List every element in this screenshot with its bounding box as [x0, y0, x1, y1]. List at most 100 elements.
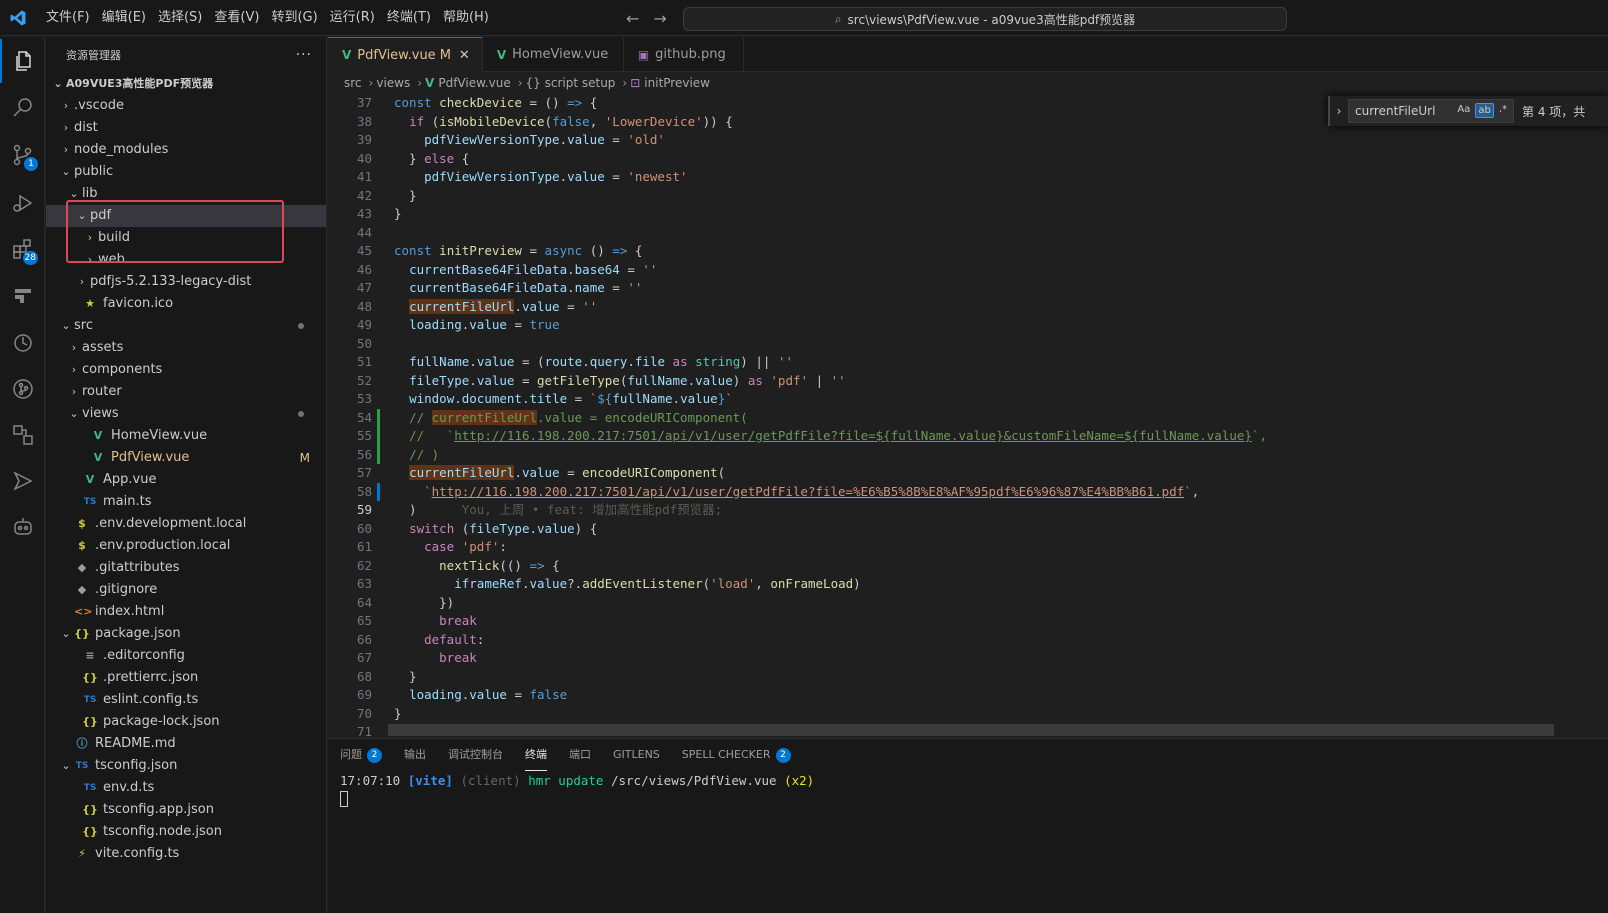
tree-item[interactable]: ⓘ README.md: [46, 733, 326, 755]
line-number: 50: [356, 335, 372, 351]
code-editor[interactable]: 37 const checkDevice = () => {38 if (isMo…: [328, 94, 1608, 737]
editor-tab[interactable]: V PdfView.vue M ✕: [328, 37, 483, 72]
tree-item[interactable]: V HomeView.vue: [46, 425, 326, 447]
toggle-replace-icon[interactable]: ›: [1330, 104, 1348, 118]
tree-item[interactable]: ≡ .editorconfig: [46, 645, 326, 667]
tree-item[interactable]: {} .prettierrc.json: [46, 667, 326, 689]
panel-tab[interactable]: 问题 2: [340, 739, 382, 771]
breadcrumb-item[interactable]: {} script setup: [526, 76, 616, 90]
menu-item[interactable]: 文件(F): [40, 0, 96, 36]
explorer-root-folder[interactable]: ⌄ A09VUE3高性能PDF预览器: [46, 73, 326, 95]
back-arrow-icon[interactable]: ←: [626, 9, 639, 28]
breadcrumb-item[interactable]: views: [376, 76, 410, 90]
remote-explorer-icon[interactable]: [0, 273, 45, 317]
tree-item[interactable]: › node_modules: [46, 139, 326, 161]
code-line: 58 `http://116.198.200.217:7501/api/v1/u…: [328, 482, 1608, 501]
tree-item[interactable]: ★ favicon.ico: [46, 293, 326, 315]
tree-item[interactable]: › web: [46, 249, 326, 271]
line-number: 51: [356, 354, 372, 369]
tree-item[interactable]: ◆ .gitattributes: [46, 557, 326, 579]
editor-tab[interactable]: V HomeView.vue: [483, 37, 624, 72]
tree-item[interactable]: V PdfView.vue M: [46, 447, 326, 469]
tree-item-label: public: [74, 164, 114, 179]
menu-item[interactable]: 编辑(E): [96, 0, 152, 36]
panel-tab[interactable]: SPELL CHECKER 2: [682, 739, 791, 771]
tree-item[interactable]: {} package-lock.json: [46, 711, 326, 733]
breadcrumb-item[interactable]: PdfView.vue: [438, 76, 510, 90]
tree-item[interactable]: ⌄ src: [46, 315, 326, 337]
panel-tab[interactable]: 终端: [525, 739, 547, 771]
code-line: 42 }: [328, 187, 1608, 206]
line-number: 42: [356, 187, 372, 203]
copilot-icon[interactable]: [0, 505, 45, 549]
panel-tab[interactable]: 调试控制台: [448, 739, 503, 771]
panel-tab[interactable]: GITLENS: [613, 739, 660, 771]
tree-item[interactable]: › pdfjs-5.2.133-legacy-dist: [46, 271, 326, 293]
search-icon[interactable]: [0, 85, 45, 129]
tree-item[interactable]: › router: [46, 381, 326, 403]
tree-item-label: PdfView.vue: [111, 450, 190, 465]
close-icon[interactable]: ✕: [459, 48, 470, 63]
line-number: 63: [356, 576, 372, 591]
chevron-down-icon: ⌄: [61, 627, 71, 640]
tree-item[interactable]: ⌄ TS tsconfig.json: [46, 755, 326, 777]
menu-item[interactable]: 查看(V): [208, 0, 265, 36]
line-number: 68: [356, 668, 372, 684]
tree-item[interactable]: ⌄ views: [46, 403, 326, 425]
tree-item[interactable]: TS main.ts: [46, 491, 326, 513]
explorer-icon[interactable]: [0, 39, 45, 83]
tree-item-label: tsconfig.node.json: [103, 824, 222, 839]
gitlens-icon[interactable]: [0, 367, 45, 411]
menu-item[interactable]: 终端(T): [381, 0, 437, 36]
forward-arrow-icon[interactable]: →: [653, 9, 666, 28]
tree-item[interactable]: <> index.html: [46, 601, 326, 623]
tree-item[interactable]: › build: [46, 227, 326, 249]
source-control-icon[interactable]: 1: [0, 133, 45, 177]
regex-toggle[interactable]: .*: [1497, 103, 1509, 118]
tree-item[interactable]: $ .env.production.local: [46, 535, 326, 557]
code-line: 67 break: [328, 649, 1608, 668]
tree-item[interactable]: › assets: [46, 337, 326, 359]
tree-item[interactable]: ⌄ pdf: [46, 205, 326, 227]
tree-item[interactable]: ⌄ public: [46, 161, 326, 183]
docker-icon[interactable]: [0, 459, 45, 503]
testing-icon[interactable]: [0, 321, 45, 365]
panel-tab-badge: 2: [367, 747, 382, 763]
editor-tab[interactable]: ▣ github.png: [624, 37, 744, 72]
tree-item[interactable]: {} tsconfig.node.json: [46, 821, 326, 843]
run-debug-icon[interactable]: [0, 181, 45, 225]
more-actions-icon[interactable]: ···: [296, 47, 312, 63]
tree-item[interactable]: $ .env.development.local: [46, 513, 326, 535]
line-number: 70: [356, 705, 372, 721]
line-number: 56: [356, 446, 372, 462]
code-line: 48 currentFileUrl.value = '': [328, 298, 1608, 317]
match-case-toggle[interactable]: Aa: [1455, 103, 1472, 118]
breadcrumb-item[interactable]: initPreview: [644, 76, 710, 90]
panel-tab[interactable]: 输出: [404, 739, 426, 771]
menu-item[interactable]: 运行(R): [324, 0, 381, 36]
menu-item[interactable]: 转到(G): [265, 0, 323, 36]
match-word-toggle[interactable]: ab: [1475, 103, 1494, 118]
terminal-cursor[interactable]: [340, 791, 348, 807]
tree-item[interactable]: ⌄ lib: [46, 183, 326, 205]
panel-tab-label: 端口: [569, 748, 591, 761]
menu-item[interactable]: 帮助(H): [437, 0, 495, 36]
remote-icon[interactable]: [0, 413, 45, 457]
tree-item[interactable]: TS env.d.ts: [46, 777, 326, 799]
tree-item[interactable]: ⌄{} package.json: [46, 623, 326, 645]
tree-item[interactable]: V App.vue: [46, 469, 326, 491]
panel-tab[interactable]: 端口: [569, 739, 591, 771]
command-center[interactable]: ⌕ src\views\PdfView.vue - a09vue3高性能pdf预…: [683, 7, 1287, 31]
tree-item[interactable]: › .vscode: [46, 95, 326, 117]
tree-item[interactable]: ⚡ vite.config.ts: [46, 843, 326, 865]
tree-item[interactable]: TS eslint.config.ts: [46, 689, 326, 711]
extensions-icon[interactable]: 28: [0, 227, 45, 271]
tree-item[interactable]: ◆ .gitignore: [46, 579, 326, 601]
chevron-down-icon: ⌄: [69, 187, 79, 200]
find-input[interactable]: currentFileUrl Aa ab .*: [1348, 99, 1514, 123]
tree-item[interactable]: › dist: [46, 117, 326, 139]
breadcrumb-item[interactable]: src: [344, 76, 362, 90]
tree-item[interactable]: {} tsconfig.app.json: [46, 799, 326, 821]
menu-item[interactable]: 选择(S): [152, 0, 208, 36]
tree-item[interactable]: › components: [46, 359, 326, 381]
